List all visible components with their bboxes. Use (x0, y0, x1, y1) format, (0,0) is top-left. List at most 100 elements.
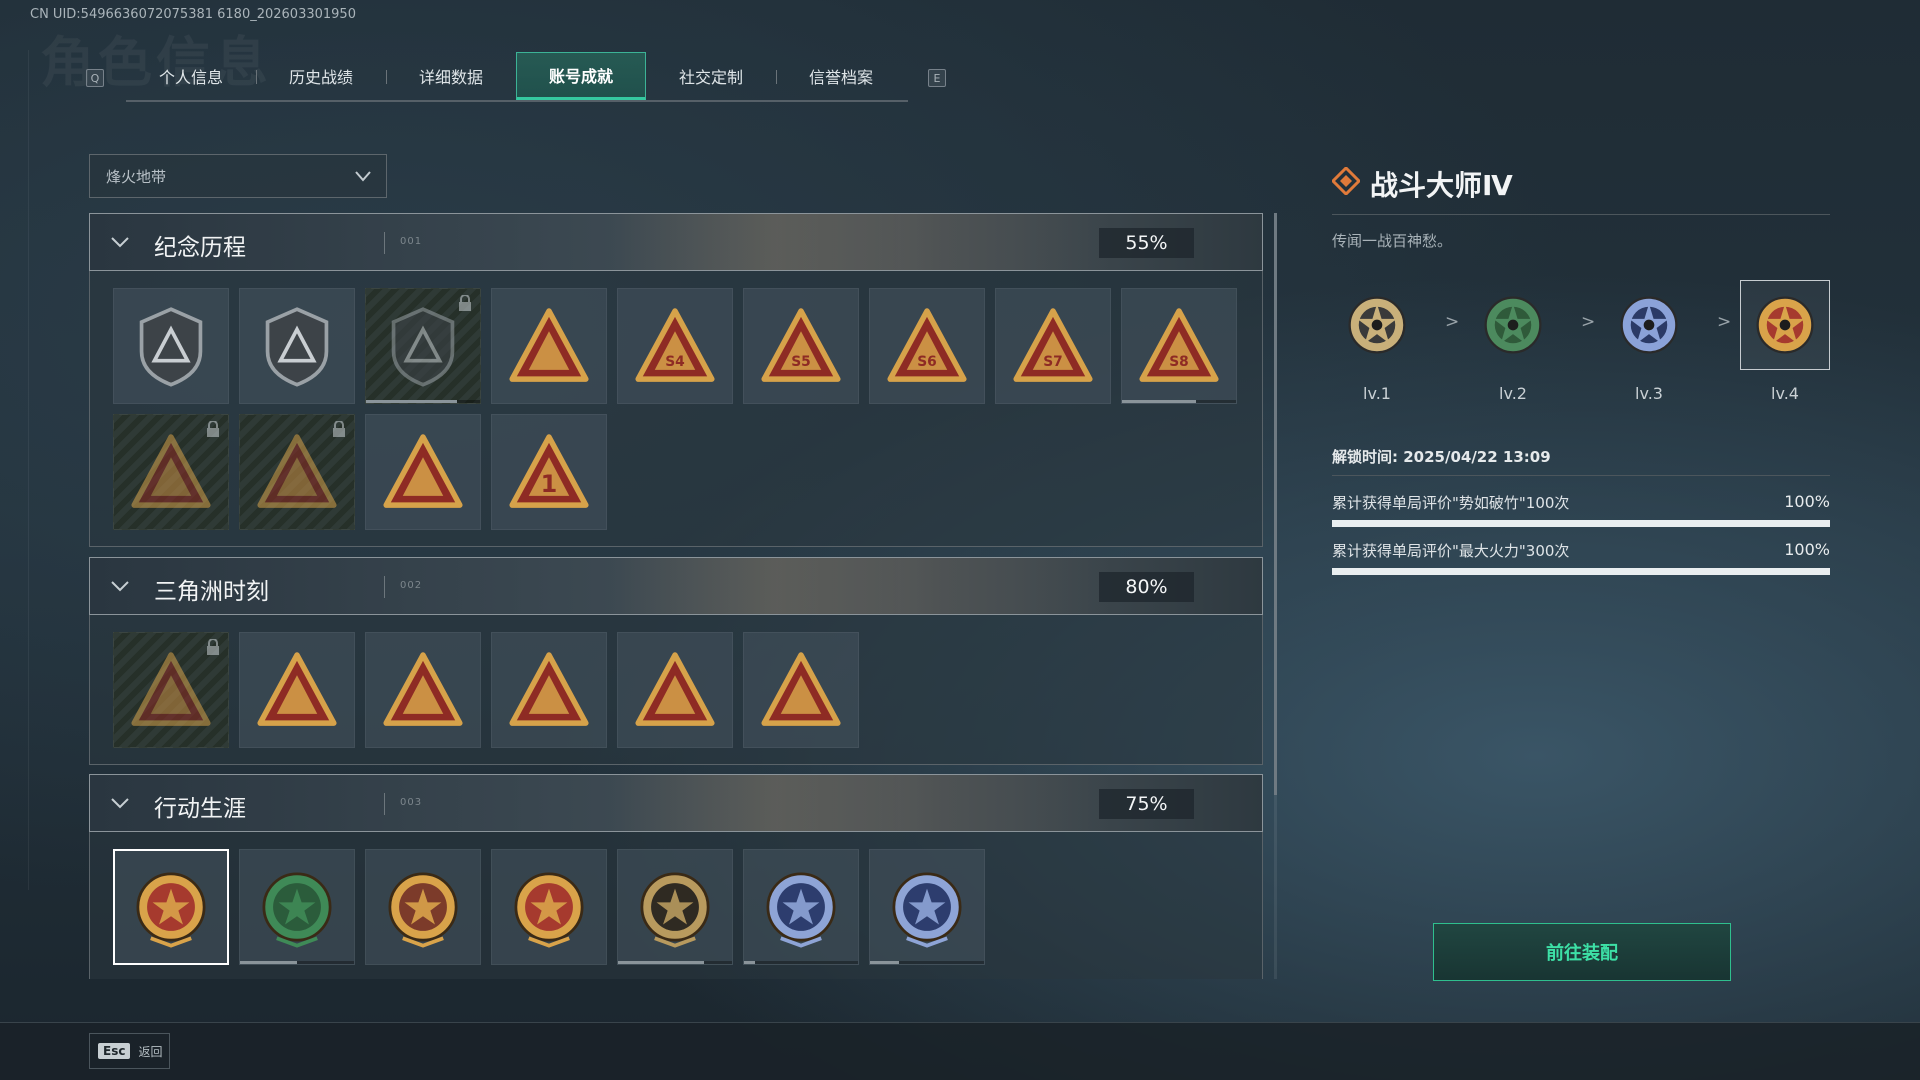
esc-key: Esc (98, 1043, 131, 1059)
badge-tile[interactable] (365, 288, 481, 404)
badge-tile[interactable]: 1 (491, 414, 607, 530)
detail-description: 传闻一战百神愁。 (1332, 232, 1453, 250)
badge-tile[interactable]: S5 (743, 288, 859, 404)
tab-5[interactable]: 社交定制 (646, 52, 776, 100)
level-medal (1604, 280, 1694, 370)
go-equip-button[interactable]: 前往装配 (1433, 923, 1731, 981)
badge-tile[interactable] (491, 632, 607, 748)
badge-tile[interactable]: S4 (617, 288, 733, 404)
decor-ruler (28, 50, 29, 890)
tab-1[interactable]: 个人信息 (126, 52, 256, 100)
tab-3[interactable]: 详细数据 (386, 52, 516, 100)
header-artwork (610, 775, 1110, 831)
requirement-text: 累计获得单局评价"势如破竹"100次 (1332, 494, 1570, 512)
section-title: 三角洲时刻 (154, 579, 269, 605)
badge-tile[interactable] (743, 849, 859, 965)
key-hint-e[interactable]: E (928, 69, 946, 87)
tab-bar: 个人信息 历史战绩 详细数据 账号成就 社交定制 信誉档案 (126, 52, 908, 102)
gem-triangle-badge-icon (509, 652, 589, 726)
badge-grid (113, 849, 1237, 965)
back-button[interactable]: Esc 返回 (89, 1033, 170, 1069)
star-medal-icon (1484, 296, 1542, 354)
tab-6[interactable]: 信誉档案 (776, 52, 906, 100)
gem-ribbon-medal-icon (514, 872, 584, 948)
level-4[interactable]: lv.4 (1740, 280, 1830, 403)
badge-tile[interactable] (491, 849, 607, 965)
badge-tile[interactable] (869, 849, 985, 965)
soldier-crossed-rifles-badge-icon (257, 434, 337, 508)
section-title: 行动生涯 (154, 796, 246, 822)
svg-text:S4: S4 (665, 354, 685, 370)
s5-bag-triangle-badge-icon: S5 (761, 308, 841, 382)
section-header[interactable]: 行动生涯 003 75% (89, 774, 1263, 832)
svg-text:S8: S8 (1169, 354, 1189, 370)
badge-tile[interactable] (239, 632, 355, 748)
badge-tile[interactable]: S6 (869, 288, 985, 404)
badge-tile[interactable] (113, 414, 229, 530)
squad-triangle-badge-icon (635, 652, 715, 726)
chevron-down-icon (111, 581, 129, 592)
section-header[interactable]: 三角洲时刻 002 80% (89, 557, 1263, 615)
shield-triangle-emblem-icon (139, 307, 203, 387)
badge-tile[interactable] (239, 849, 355, 965)
hex-shield-emblem-icon (391, 307, 455, 387)
tab-4[interactable]: 账号成就 (516, 52, 646, 100)
lock-icon (459, 295, 471, 311)
rocket-triangle-badge-icon (761, 652, 841, 726)
lock-icon (207, 421, 219, 437)
badge-tile[interactable] (113, 849, 229, 965)
badge-grid (113, 632, 1237, 748)
requirement-progress (1332, 520, 1830, 527)
divider (1332, 475, 1830, 476)
divider (1332, 214, 1830, 215)
badge-tile[interactable] (491, 288, 607, 404)
badge-tile[interactable] (113, 632, 229, 748)
mode-dropdown[interactable]: 烽火地带 (89, 154, 387, 198)
level-2[interactable]: lv.2 (1468, 280, 1558, 403)
section-header[interactable]: 纪念历程 001 55% (89, 213, 1263, 271)
usb-triangle-badge-icon (131, 652, 211, 726)
star-medal-icon (1348, 296, 1406, 354)
section-3: 行动生涯 003 75% (89, 774, 1263, 979)
achievement-list[interactable]: 纪念历程 001 55% S4 S5 S6 S7 S8 1 三角洲时刻 002 … (89, 213, 1263, 979)
green-shield-medal-icon (262, 872, 332, 948)
svg-text:S5: S5 (791, 354, 811, 370)
badge-tile[interactable] (365, 632, 481, 748)
badge-progress (744, 961, 858, 964)
lock-icon (207, 639, 219, 655)
section-code: 003 (400, 797, 423, 808)
s4-crate-triangle-badge-icon: S4 (635, 308, 715, 382)
tab-2[interactable]: 历史战绩 (256, 52, 386, 100)
back-label: 返回 (138, 1044, 163, 1059)
badge-tile[interactable] (365, 849, 481, 965)
satellite-dish-triangle-badge-icon (509, 308, 589, 382)
requirement-row: 累计获得单局评价"最大火力"300次 100% (1332, 540, 1830, 575)
section-body (89, 832, 1263, 979)
level-1[interactable]: lv.1 (1332, 280, 1422, 403)
section-percent: 80% (1099, 572, 1194, 602)
key-hint-q[interactable]: Q (86, 69, 104, 87)
boat-triangle-badge-icon (383, 434, 463, 508)
combat-master-star-medal-icon (136, 872, 206, 948)
badge-tile[interactable] (113, 288, 229, 404)
badge-tile[interactable] (365, 414, 481, 530)
badge-tile[interactable] (743, 632, 859, 748)
badge-tile[interactable]: S7 (995, 288, 1111, 404)
mode-dropdown-value: 烽火地带 (106, 167, 167, 186)
badge-tile[interactable] (239, 414, 355, 530)
badge-tile[interactable]: S8 (1121, 288, 1237, 404)
badge-tile[interactable] (239, 288, 355, 404)
badge-tile[interactable] (617, 632, 733, 748)
divider (384, 232, 385, 254)
section-body (89, 615, 1263, 765)
requirement-value: 100% (1784, 540, 1830, 559)
level-3[interactable]: lv.3 (1604, 280, 1694, 403)
scrollbar-thumb[interactable] (1274, 213, 1277, 795)
unlock-time: 解锁时间: 2025/04/22 13:09 (1332, 448, 1551, 466)
section-percent: 55% (1099, 228, 1194, 258)
chevron-down-icon (111, 237, 129, 248)
hooded-figure-triangle-badge-icon (131, 434, 211, 508)
badge-tile[interactable] (617, 849, 733, 965)
level-label: lv.2 (1499, 384, 1527, 403)
badge-grid: S4 S5 S6 S7 S8 1 (113, 288, 1237, 530)
